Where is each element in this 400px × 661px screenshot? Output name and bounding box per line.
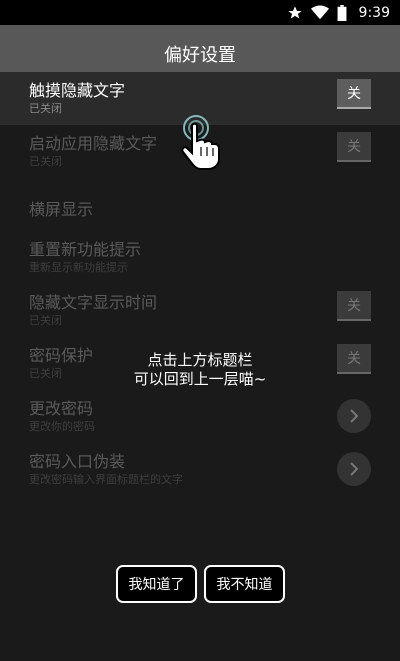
setting-label: 更改密码	[29, 399, 94, 418]
setting-sub: 更改密码输入界面标题栏的文字	[29, 473, 183, 486]
chevron-right-icon[interactable]	[337, 452, 371, 486]
status-time: 9:39	[358, 4, 390, 21]
toggle-switch[interactable]: 关	[337, 291, 371, 321]
wifi-icon	[310, 5, 329, 20]
hint-line-2: 可以回到上一层喵~	[133, 370, 267, 388]
status-bar: 9:39	[0, 0, 400, 25]
setting-reset-tips[interactable]: 重置新功能提示 重新显示新功能提示	[0, 231, 400, 284]
toggle-switch[interactable]: 关	[337, 79, 371, 109]
setting-sub: 已关闭	[29, 314, 62, 327]
setting-label: 横屏显示	[29, 200, 94, 219]
hint-overlay: 点击上方标题栏 可以回到上一层喵~	[0, 351, 400, 389]
setting-sub: 已关闭	[29, 102, 62, 115]
setting-label: 启动应用隐藏文字	[29, 134, 158, 153]
setting-sub: 已关闭	[29, 155, 62, 168]
setting-sub: 重新显示新功能提示	[29, 261, 128, 274]
dont-know-button[interactable]: 我不知道	[204, 565, 285, 603]
setting-label: 触摸隐藏文字	[29, 81, 126, 100]
setting-landscape[interactable]: 横屏显示	[0, 178, 400, 231]
setting-password-disguise[interactable]: 密码入口伪装 更改密码输入界面标题栏的文字	[0, 443, 400, 496]
setting-label: 重置新功能提示	[29, 240, 142, 259]
setting-sub: 更改你的密码	[29, 420, 95, 433]
toggle-switch[interactable]: 关	[337, 132, 371, 162]
got-it-button[interactable]: 我知道了	[116, 565, 197, 603]
star-icon	[287, 5, 302, 19]
setting-label: 隐藏文字显示时间	[29, 293, 158, 312]
hint-line-1: 点击上方标题栏	[147, 351, 253, 369]
tap-hand-icon	[175, 114, 227, 178]
setting-change-password[interactable]: 更改密码 更改你的密码	[0, 390, 400, 443]
setting-label: 密码入口伪装	[29, 452, 126, 471]
chevron-right-icon[interactable]	[337, 399, 371, 433]
setting-hide-text-time[interactable]: 隐藏文字显示时间 已关闭 关	[0, 284, 400, 337]
battery-icon	[337, 4, 346, 21]
page-title: 偏好设置	[164, 45, 236, 66]
title-bar[interactable]: 偏好设置	[0, 25, 400, 73]
